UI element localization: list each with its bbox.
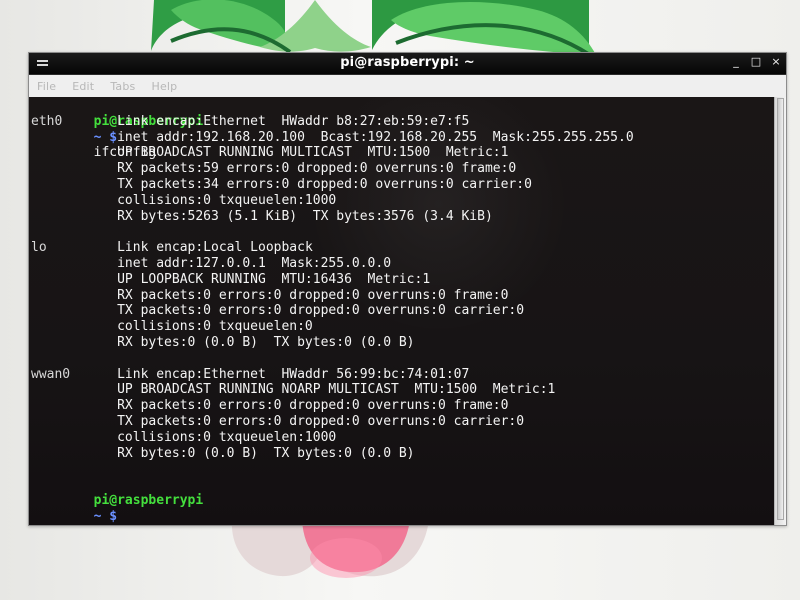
lo-detail-5: TX packets:0 errors:0 dropped:0 overruns… — [117, 303, 525, 319]
lo-detail-1: Link encap:Local Loopback — [117, 240, 313, 256]
lo-detail-2: inet addr:127.0.0.1 Mask:255.0.0.0 — [117, 255, 392, 271]
eth0-line-2: inet addr:192.168.20.100 Bcast:192.168.2… — [31, 130, 774, 146]
eth0-detail-3: UP BROADCAST RUNNING MULTICAST MTU:1500 … — [117, 145, 509, 161]
lo-detail-4: RX packets:0 errors:0 dropped:0 overruns… — [117, 287, 509, 303]
lo-line-4: RX packets:0 errors:0 dropped:0 overruns… — [31, 288, 774, 304]
eth0-line-1: eth0 Link encap:Ethernet HWaddr b8:27:eb… — [31, 114, 774, 130]
eth0-detail-6: collisions:0 txqueuelen:1000 — [117, 192, 337, 208]
window-controls: _ □ × — [730, 56, 782, 68]
interface-name-wwan0: wwan0 — [31, 366, 71, 382]
desktop-screen: pi@raspberrypi: ~ _ □ × File Edit Tabs H… — [0, 0, 800, 600]
interface-name-eth0: eth0 — [31, 113, 63, 129]
wwan0-line-3: RX packets:0 errors:0 dropped:0 overruns… — [31, 398, 774, 414]
final-prompt-path-symbol: ~ $ — [93, 508, 118, 524]
close-icon[interactable]: × — [770, 56, 782, 68]
lo-detail-7: RX bytes:0 (0.0 B) TX bytes:0 (0.0 B) — [117, 334, 415, 350]
lo-detail-6: collisions:0 txqueuelen:0 — [117, 319, 313, 335]
eth0-line-3: UP BROADCAST RUNNING MULTICAST MTU:1500 … — [31, 145, 774, 161]
eth0-line-7: RX bytes:5263 (5.1 KiB) TX bytes:3576 (3… — [31, 209, 774, 225]
lo-line-3: UP LOOPBACK RUNNING MTU:16436 Metric:1 — [31, 272, 774, 288]
lo-line-7: RX bytes:0 (0.0 B) TX bytes:0 (0.0 B) — [31, 335, 774, 351]
lo-line-6: collisions:0 txqueuelen:0 — [31, 319, 774, 335]
eth0-detail-1: Link encap:Ethernet HWaddr b8:27:eb:59:e… — [117, 113, 470, 129]
eth0-line-5: TX packets:34 errors:0 dropped:0 overrun… — [31, 177, 774, 193]
menu-tabs[interactable]: Tabs — [110, 80, 135, 93]
eth0-detail-7: RX bytes:5263 (5.1 KiB) TX bytes:3576 (3… — [117, 208, 493, 224]
active-prompt-line[interactable]: pi@raspberrypi ~ $ — [31, 477, 774, 525]
wwan0-line-4: TX packets:0 errors:0 dropped:0 overruns… — [31, 414, 774, 430]
raspberry-berry-wallpaper — [231, 520, 429, 578]
lo-detail-3: UP LOOPBACK RUNNING MTU:16436 Metric:1 — [117, 271, 431, 287]
eth0-detail-4: RX packets:59 errors:0 dropped:0 overrun… — [117, 161, 517, 177]
wwan0-line-6: RX bytes:0 (0.0 B) TX bytes:0 (0.0 B) — [31, 446, 774, 462]
final-prompt-user-host: pi@raspberrypi — [93, 492, 204, 508]
wwan0-detail-4: TX packets:0 errors:0 dropped:0 overruns… — [117, 413, 525, 429]
terminal-scrollbar[interactable] — [774, 97, 786, 525]
lo-line-5: TX packets:0 errors:0 dropped:0 overruns… — [31, 303, 774, 319]
wwan0-detail-6: RX bytes:0 (0.0 B) TX bytes:0 (0.0 B) — [117, 445, 415, 461]
terminal-menubar: File Edit Tabs Help — [29, 75, 786, 98]
minimize-icon[interactable]: _ — [730, 56, 742, 68]
terminal-window[interactable]: pi@raspberrypi: ~ _ □ × File Edit Tabs H… — [28, 52, 787, 526]
menu-help[interactable]: Help — [151, 80, 177, 93]
eth0-detail-5: TX packets:34 errors:0 dropped:0 overrun… — [117, 176, 532, 192]
wwan0-line-2: UP BROADCAST RUNNING NOARP MULTICAST MTU… — [31, 382, 774, 398]
eth0-detail-2: inet addr:192.168.20.100 Bcast:192.168.2… — [117, 129, 634, 145]
menu-edit[interactable]: Edit — [72, 80, 94, 93]
maximize-icon[interactable]: □ — [750, 56, 762, 68]
wwan0-detail-3: RX packets:0 errors:0 dropped:0 overruns… — [117, 398, 509, 414]
terminal-output[interactable]: pi@raspberrypi ~ $ ifconfig eth0 Link en… — [29, 97, 774, 525]
command-line: pi@raspberrypi ~ $ ifconfig — [31, 98, 774, 161]
window-titlebar[interactable]: pi@raspberrypi: ~ _ □ × — [29, 53, 786, 75]
scrollbar-thumb[interactable] — [777, 98, 784, 520]
lo-line-1: lo Link encap:Local Loopback — [31, 240, 774, 256]
menu-file[interactable]: File — [37, 80, 56, 93]
lo-line-2: inet addr:127.0.0.1 Mask:255.0.0.0 — [31, 256, 774, 272]
wwan0-line-1: wwan0 Link encap:Ethernet HWaddr 56:99:b… — [31, 367, 774, 383]
wwan0-detail-5: collisions:0 txqueuelen:1000 — [117, 429, 337, 445]
wwan0-detail-2: UP BROADCAST RUNNING NOARP MULTICAST MTU… — [117, 382, 556, 398]
eth0-line-4: RX packets:59 errors:0 dropped:0 overrun… — [31, 161, 774, 177]
interface-name-lo: lo — [31, 240, 47, 256]
eth0-line-6: collisions:0 txqueuelen:1000 — [31, 193, 774, 209]
window-title: pi@raspberrypi: ~ — [340, 55, 475, 70]
wwan0-line-5: collisions:0 txqueuelen:1000 — [31, 430, 774, 446]
wwan0-detail-1: Link encap:Ethernet HWaddr 56:99:bc:74:0… — [117, 366, 470, 382]
